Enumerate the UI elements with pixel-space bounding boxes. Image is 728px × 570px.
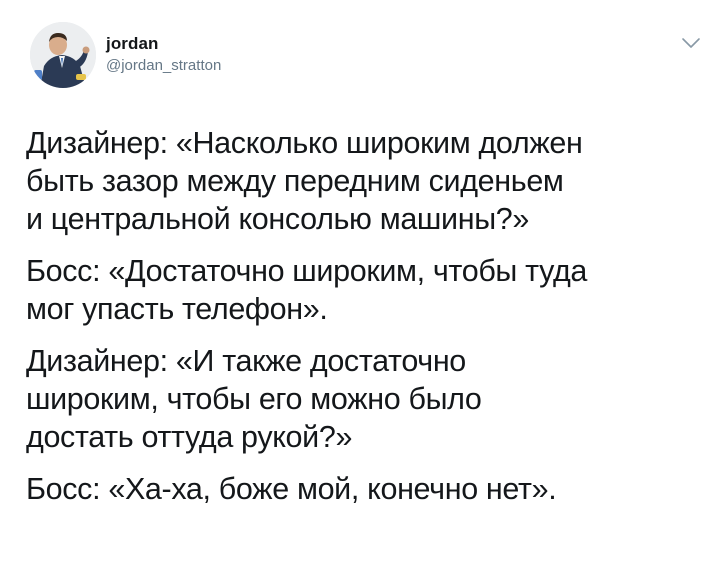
avatar-image	[30, 22, 96, 88]
more-options-button[interactable]	[680, 36, 702, 50]
paragraph-boss-answer: Босс: «Достаточно широким, чтобы туда мо…	[26, 252, 716, 328]
text-line: достать оттуда рукой?»	[26, 420, 353, 454]
display-name[interactable]: jordan	[106, 33, 221, 55]
user-names: jordan @jordan_stratton	[106, 33, 221, 77]
paragraph-designer-question: Дизайнер: «Насколько широким должен быть…	[26, 124, 716, 238]
tweet-text: Дизайнер: «Насколько широким должен быть…	[26, 124, 716, 522]
chevron-down-icon	[682, 38, 700, 48]
text-line: быть зазор между передним сиденьем	[26, 164, 564, 198]
text-line: Дизайнер: «И также достаточно	[26, 344, 466, 378]
text-line: Босс: «Ха-ха, боже мой, конечно нет».	[26, 472, 557, 506]
text-line: и центральной консолью машины?»	[26, 202, 530, 236]
tweet-card: jordan @jordan_stratton Дизайнер: «Наско…	[0, 0, 728, 570]
text-line: широким, чтобы его можно было	[26, 382, 482, 416]
tweet-header: jordan @jordan_stratton	[30, 22, 710, 92]
text-line: мог упасть телефон».	[26, 292, 328, 326]
user-handle[interactable]: @jordan_stratton	[106, 55, 221, 77]
paragraph-designer-followup: Дизайнер: «И также достаточно широким, ч…	[26, 342, 716, 456]
avatar[interactable]	[30, 22, 96, 88]
text-line: Дизайнер: «Насколько широким должен	[26, 126, 583, 160]
text-line: Босс: «Достаточно широким, чтобы туда	[26, 254, 588, 288]
paragraph-boss-final: Босс: «Ха-ха, боже мой, конечно нет».	[26, 470, 716, 508]
